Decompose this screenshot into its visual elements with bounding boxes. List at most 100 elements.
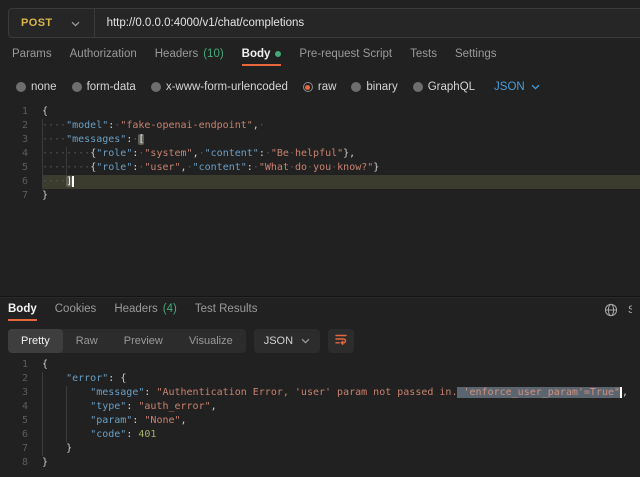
code-token: ···· bbox=[42, 176, 66, 187]
body-mode-form-data[interactable]: form-data bbox=[72, 81, 136, 93]
code-line-text: ····"messages":·[ bbox=[42, 133, 640, 147]
method-selector[interactable]: POST bbox=[9, 9, 94, 37]
code-token bbox=[66, 401, 90, 412]
body-mode-binary[interactable]: binary bbox=[351, 81, 397, 93]
code-line[interactable]: 2 "error": { bbox=[0, 372, 640, 386]
code-line[interactable]: 4········{"role":·"system",·"content":·"… bbox=[0, 147, 640, 161]
request-tabs: Params Authorization Headers (10) Body Pre-re… bbox=[0, 48, 640, 68]
code-token: { bbox=[42, 106, 48, 117]
tab-count-badge: (4) bbox=[163, 303, 177, 315]
view-tab-pretty[interactable]: Pretty bbox=[8, 329, 63, 353]
raw-language-selector[interactable]: JSON bbox=[494, 81, 540, 93]
radio-icon bbox=[72, 82, 82, 92]
tab-headers[interactable]: Headers (10) bbox=[155, 48, 224, 66]
code-token bbox=[42, 415, 66, 426]
code-token: ···· bbox=[66, 148, 90, 159]
text-cursor bbox=[72, 176, 74, 187]
code-token: "type" bbox=[90, 401, 126, 412]
code-line[interactable]: 2····"model":·"fake-openai-endpoint",· bbox=[0, 119, 640, 133]
code-token: ···· bbox=[42, 134, 66, 145]
code-line[interactable]: 5········{"role":·"user",·"content":·"Wh… bbox=[0, 161, 640, 175]
code-line-text: } bbox=[42, 442, 640, 456]
radio-icon bbox=[303, 82, 313, 92]
code-line[interactable]: 4 "type": "auth_error", bbox=[0, 400, 640, 414]
chevron-down-icon bbox=[71, 14, 80, 32]
code-line[interactable]: 8} bbox=[0, 456, 640, 470]
code-token: "Be bbox=[271, 148, 289, 159]
line-number: 1 bbox=[0, 358, 42, 372]
line-number: 2 bbox=[0, 119, 42, 133]
code-line[interactable]: 5 "param": "None", bbox=[0, 414, 640, 428]
response-toolbar: PrettyRawPreviewVisualize JSON bbox=[8, 329, 632, 353]
code-token: } bbox=[373, 162, 379, 173]
code-line-text: ········{"role":·"system",·"content":·"B… bbox=[42, 147, 640, 161]
tab-count-badge: (10) bbox=[203, 48, 223, 60]
body-mode-graphql[interactable]: GraphQL bbox=[413, 81, 475, 93]
code-token: "content" bbox=[205, 148, 259, 159]
code-line[interactable]: 1{ bbox=[0, 105, 640, 119]
response-tab-body[interactable]: Body bbox=[8, 303, 37, 321]
tab-label: Tests bbox=[410, 48, 437, 60]
raw-language-label: JSON bbox=[494, 81, 525, 93]
radio-icon bbox=[413, 82, 423, 92]
tab-authorization[interactable]: Authorization bbox=[70, 48, 137, 66]
tab-label: Body bbox=[242, 48, 271, 60]
code-token: "role" bbox=[96, 148, 132, 159]
line-number: 7 bbox=[0, 189, 42, 203]
code-line[interactable]: 3 "message": "Authentication Error, 'use… bbox=[0, 386, 640, 400]
line-number: 6 bbox=[0, 428, 42, 442]
code-line[interactable]: 6 "code": 401 bbox=[0, 428, 640, 442]
code-line[interactable]: 1{ bbox=[0, 358, 640, 372]
line-number: 5 bbox=[0, 161, 42, 175]
code-token: }, bbox=[343, 148, 355, 159]
line-number: 8 bbox=[0, 456, 42, 470]
line-number: 6 bbox=[0, 175, 42, 189]
tab-label: Cookies bbox=[55, 303, 97, 315]
view-tab-raw[interactable]: Raw bbox=[63, 329, 111, 353]
code-line[interactable]: 7} bbox=[0, 189, 640, 203]
wrap-lines-button[interactable] bbox=[328, 329, 354, 353]
code-token: "code" bbox=[90, 429, 126, 440]
tab-label: Headers bbox=[155, 48, 198, 60]
tab-body[interactable]: Body bbox=[242, 48, 282, 66]
code-token: "None" bbox=[144, 415, 180, 426]
code-token: know?" bbox=[337, 162, 373, 173]
tab-settings[interactable]: Settings bbox=[455, 48, 497, 66]
response-tab-headers[interactable]: Headers(4) bbox=[114, 303, 177, 321]
code-token: "message" bbox=[90, 387, 144, 398]
body-mode-x-www-form-urlencoded[interactable]: x-www-form-urlencoded bbox=[151, 81, 288, 93]
code-token: "messages" bbox=[66, 134, 126, 145]
tab-pre-request-script[interactable]: Pre-request Script bbox=[299, 48, 392, 66]
code-token bbox=[42, 401, 66, 412]
code-line[interactable]: 3····"messages":·[ bbox=[0, 133, 640, 147]
code-token: 'enforce_user_param'=True" bbox=[457, 387, 620, 398]
response-tab-test-results[interactable]: Test Results bbox=[195, 303, 258, 321]
url-input[interactable]: http://0.0.0.0:4000/v1/chat/completions bbox=[95, 17, 305, 29]
response-body-editor[interactable]: 1{2 "error": {3 "message": "Authenticati… bbox=[0, 358, 640, 470]
tab-params[interactable]: Params bbox=[12, 48, 52, 66]
tab-tests[interactable]: Tests bbox=[410, 48, 437, 66]
code-token: "What bbox=[259, 162, 289, 173]
globe-icon[interactable] bbox=[604, 303, 618, 317]
body-mode-none[interactable]: none bbox=[16, 81, 57, 93]
code-token: "system" bbox=[144, 148, 192, 159]
code-line[interactable]: 6····] bbox=[0, 175, 640, 189]
body-mode-label: GraphQL bbox=[428, 81, 475, 93]
unsaved-changes-dot-icon bbox=[275, 51, 281, 57]
line-number: 7 bbox=[0, 442, 42, 456]
request-url-bar: POST http://0.0.0.0:4000/v1/chat/complet… bbox=[8, 8, 640, 38]
response-language-selector[interactable]: JSON bbox=[254, 329, 320, 353]
response-tab-cookies[interactable]: Cookies bbox=[55, 303, 97, 321]
body-mode-label: binary bbox=[366, 81, 397, 93]
view-tab-preview[interactable]: Preview bbox=[111, 329, 176, 353]
request-body-editor[interactable]: 1{2····"model":·"fake-openai-endpoint",·… bbox=[0, 105, 640, 203]
response-tabs-right: S bbox=[604, 303, 632, 317]
response-language-label: JSON bbox=[264, 335, 293, 347]
code-token bbox=[42, 443, 66, 454]
code-line[interactable]: 7 } bbox=[0, 442, 640, 456]
body-mode-row: none form-data x-www-form-urlencoded raw bin… bbox=[0, 77, 640, 97]
body-mode-raw[interactable]: raw bbox=[303, 81, 337, 93]
view-tab-visualize[interactable]: Visualize bbox=[176, 329, 246, 353]
code-token: ···· bbox=[42, 120, 66, 131]
code-line-text: } bbox=[42, 456, 640, 470]
